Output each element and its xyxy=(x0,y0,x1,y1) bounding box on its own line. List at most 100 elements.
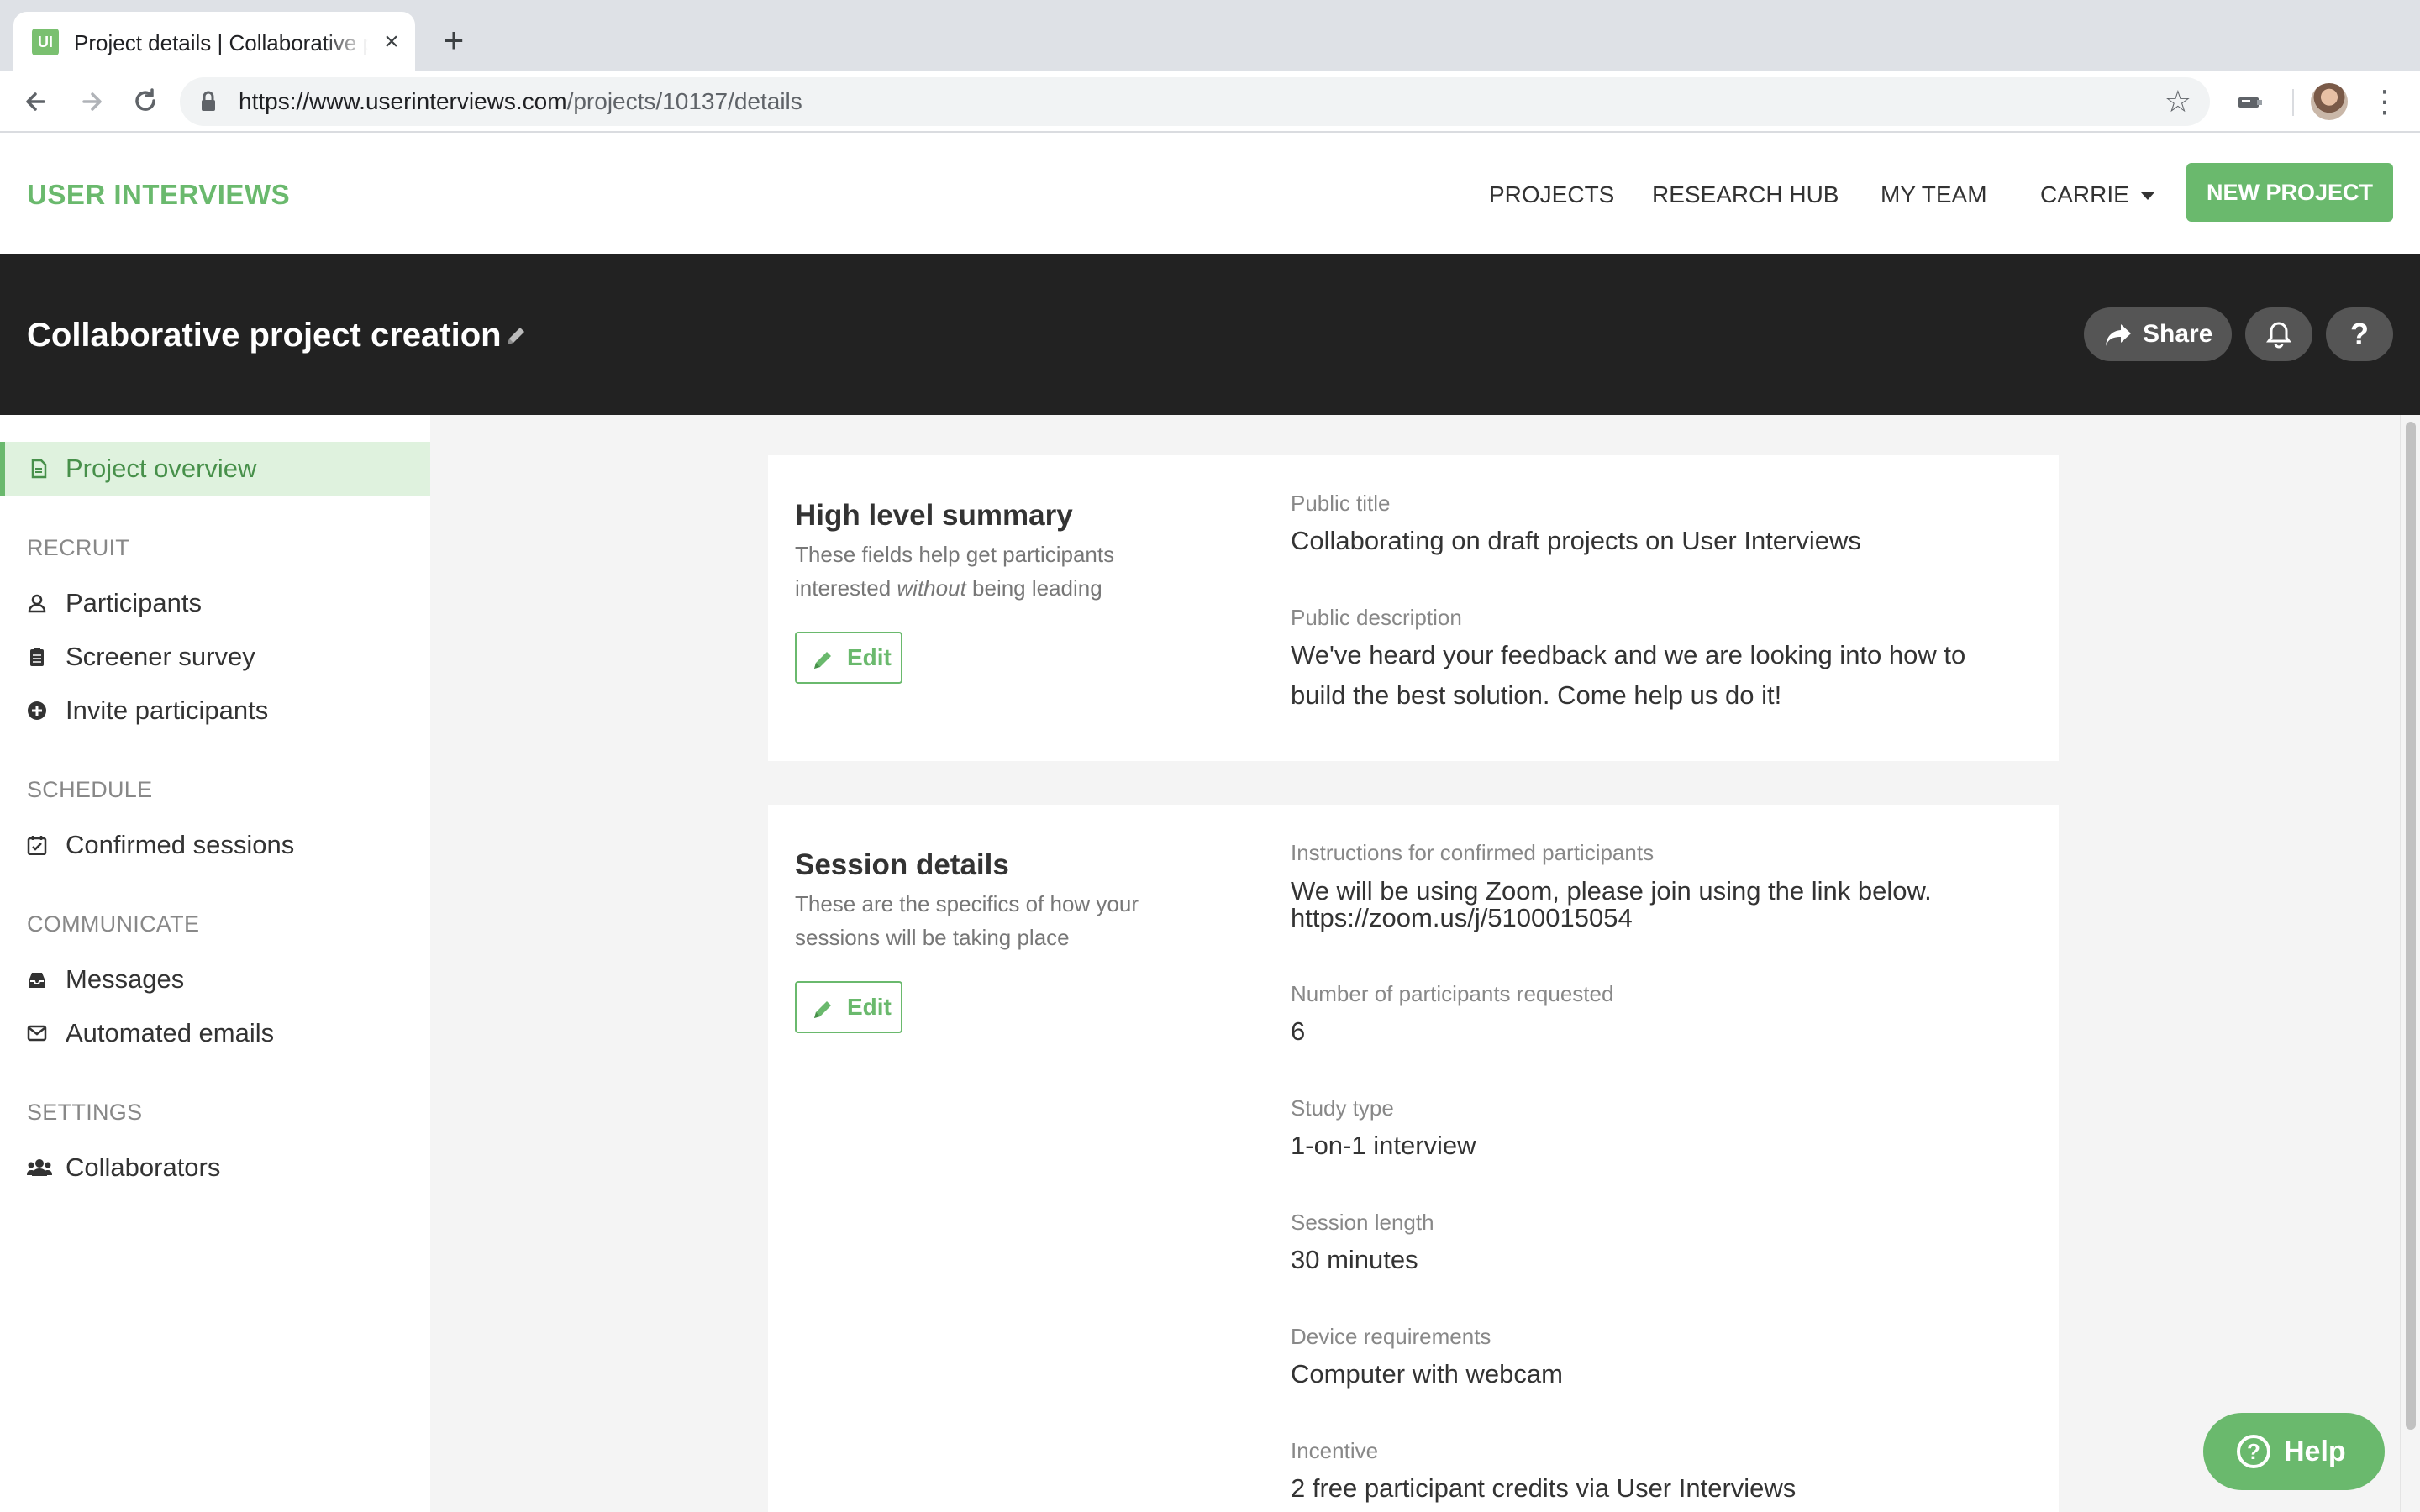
session-details-card: Session details These are the specifics … xyxy=(768,805,2059,1512)
summary-card-description: These fields help get participants inter… xyxy=(795,542,1115,601)
url-path: /projects/10137/details xyxy=(566,88,802,114)
user-menu[interactable]: CARRIE xyxy=(2040,178,2154,212)
url-domain: https://www.userinterviews.com xyxy=(239,88,567,114)
help-label: Help xyxy=(2284,1436,2346,1467)
calendar-check-icon xyxy=(27,836,47,855)
public-description-value: We've heard your feedback and we are loo… xyxy=(1291,640,1966,710)
notifications-bell-icon[interactable] xyxy=(2245,307,2312,361)
share-button[interactable]: Share xyxy=(2084,307,2232,361)
edit-title-pencil-icon[interactable] xyxy=(502,323,529,349)
sidebar-item-label: Screener survey xyxy=(66,642,255,671)
session-card-title: Session details xyxy=(795,848,1009,881)
sidebar-item-messages[interactable]: Messages xyxy=(0,953,430,1006)
brand-logo[interactable]: USER INTERVIEWS xyxy=(27,178,290,212)
nav-research-hub[interactable]: RESEARCH HUB xyxy=(1652,178,1839,212)
sidebar-item-label: Collaborators xyxy=(66,1152,221,1182)
more-menu-icon[interactable]: ⋮ xyxy=(2370,82,2400,121)
project-banner: Collaborative project creation Share ? xyxy=(0,254,2420,415)
instructions-line-1: We will be using Zoom, please join using… xyxy=(1291,876,1932,906)
sidebar-item-confirmed-sessions[interactable]: Confirmed sessions xyxy=(0,818,430,872)
device-requirements-value: Computer with webcam xyxy=(1291,1359,1563,1389)
incentive-label: Incentive xyxy=(1291,1438,1379,1463)
instructions-label: Instructions for confirmed participants xyxy=(1291,840,1655,865)
participants-requested-label: Number of participants requested xyxy=(1291,981,1614,1006)
chevron-down-icon xyxy=(2140,192,2154,201)
sidebar-item-label: Participants xyxy=(66,588,202,617)
document-icon xyxy=(31,459,47,479)
device-requirements-label: Device requirements xyxy=(1291,1324,1491,1349)
star-icon[interactable]: ☆ xyxy=(2165,85,2191,118)
envelope-icon xyxy=(27,1025,47,1042)
edit-label: Edit xyxy=(847,644,892,670)
participants-requested-value: 6 xyxy=(1291,1016,1306,1046)
main-content: High level summary These fields help get… xyxy=(430,415,2400,1512)
extension-icon[interactable] xyxy=(2235,87,2265,118)
pencil-icon xyxy=(814,652,831,669)
reload-icon[interactable] xyxy=(126,82,165,121)
instructions-zoom-link[interactable]: https://zoom.us/j/5100015054 xyxy=(1291,904,2013,932)
new-project-button[interactable]: NEW PROJECT xyxy=(2186,163,2393,222)
sidebar-heading-settings: SETTINGS xyxy=(27,1100,143,1125)
edit-summary-button[interactable]: Edit xyxy=(795,632,902,684)
share-label: Share xyxy=(2143,320,2213,348)
incentive-value: 2 free participant credits via User Inte… xyxy=(1291,1473,1797,1503)
plus-circle-icon xyxy=(28,701,46,720)
back-arrow-icon[interactable] xyxy=(17,82,55,121)
user-name: CARRIE xyxy=(2040,181,2129,207)
public-title-value: Collaborating on draft projects on User … xyxy=(1291,526,1861,555)
project-title: Collaborative project creation xyxy=(27,317,502,354)
app-header: USER INTERVIEWS PROJECTS RESEARCH HUB MY… xyxy=(0,133,2420,254)
edit-session-button[interactable]: Edit xyxy=(795,981,902,1033)
sidebar-item-label: Automated emails xyxy=(66,1018,275,1047)
page-scrollbar[interactable] xyxy=(2400,415,2420,1512)
project-sidebar: Project overview RECRUIT Participants Sc… xyxy=(0,415,430,1512)
sidebar-item-screener-survey[interactable]: Screener survey xyxy=(0,630,430,684)
users-icon xyxy=(27,1159,52,1176)
public-title-label: Public title xyxy=(1291,491,1391,516)
url-text: https://www.userinterviews.com/projects/… xyxy=(239,87,802,117)
sidebar-item-label: Confirmed sessions xyxy=(66,830,295,859)
browser-toolbar: https://www.userinterviews.com/projects/… xyxy=(0,71,2420,133)
inbox-icon xyxy=(29,973,45,988)
user-icon xyxy=(28,594,46,613)
sidebar-heading-schedule: SCHEDULE xyxy=(27,777,153,802)
help-widget-button[interactable]: ? Help xyxy=(2203,1413,2385,1490)
sidebar-item-automated-emails[interactable]: Automated emails xyxy=(0,1006,430,1060)
public-description-label: Public description xyxy=(1291,605,1462,630)
sidebar-item-project-overview[interactable]: Project overview xyxy=(0,442,430,496)
favicon-icon: UI xyxy=(32,29,59,55)
sidebar-item-participants[interactable]: Participants xyxy=(0,576,430,630)
session-card-description: These are the specifics of how your sess… xyxy=(795,891,1139,950)
session-length-value: 30 minutes xyxy=(1291,1245,1418,1274)
help-question-button[interactable]: ? xyxy=(2326,307,2393,361)
sidebar-item-label: Invite participants xyxy=(66,696,269,725)
pencil-icon xyxy=(814,1001,831,1018)
address-bar[interactable]: https://www.userinterviews.com/projects/… xyxy=(180,77,2210,126)
tab-title: Project details | Collaborative project … xyxy=(74,30,368,55)
forward-arrow-icon[interactable] xyxy=(72,82,111,121)
summary-card-title: High level summary xyxy=(795,499,1073,532)
browser-tab[interactable]: UI Project details | Collaborative proje… xyxy=(13,12,415,71)
browser-tab-strip: UI Project details | Collaborative proje… xyxy=(0,0,2420,71)
nav-my-team[interactable]: MY TEAM xyxy=(1881,178,1987,212)
session-length-label: Session length xyxy=(1291,1210,1434,1235)
sidebar-item-invite-participants[interactable]: Invite participants xyxy=(0,684,430,738)
clipboard-icon xyxy=(30,648,44,666)
question-circle-icon: ? xyxy=(2237,1435,2270,1468)
study-type-value: 1-on-1 interview xyxy=(1291,1131,1476,1160)
sidebar-item-collaborators[interactable]: Collaborators xyxy=(0,1141,430,1194)
sidebar-heading-communicate: COMMUNICATE xyxy=(27,911,200,937)
edit-label: Edit xyxy=(847,994,892,1020)
close-tab-icon[interactable]: × xyxy=(376,27,407,57)
sidebar-item-label: Project overview xyxy=(66,454,257,483)
study-type-label: Study type xyxy=(1291,1095,1394,1121)
toolbar-divider xyxy=(2292,89,2294,116)
sidebar-heading-recruit: RECRUIT xyxy=(27,535,130,560)
lock-icon xyxy=(202,91,215,111)
sidebar-item-label: Messages xyxy=(66,964,185,994)
new-tab-button[interactable]: + xyxy=(434,20,474,60)
nav-projects[interactable]: PROJECTS xyxy=(1489,178,1614,212)
summary-card: High level summary These fields help get… xyxy=(768,455,2059,761)
scrollbar-thumb[interactable] xyxy=(2406,422,2416,1430)
profile-avatar[interactable] xyxy=(2311,83,2348,120)
